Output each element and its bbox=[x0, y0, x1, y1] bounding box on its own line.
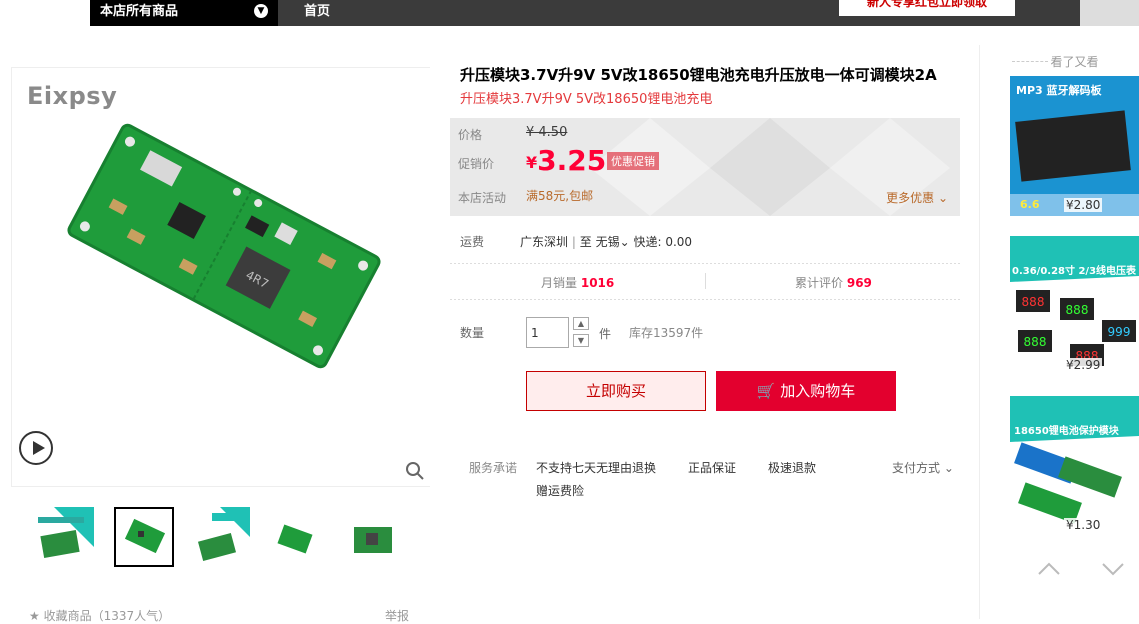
quantity-label: 数量 bbox=[460, 326, 485, 340]
favorite-product-link[interactable]: ★ 收藏商品（1337人气） bbox=[29, 607, 170, 624]
thumbnail-1[interactable] bbox=[34, 507, 94, 567]
quantity-decrease-button[interactable]: ▼ bbox=[573, 334, 589, 347]
service-item: 正品保证 bbox=[688, 461, 737, 475]
service-item: 极速退款 bbox=[768, 461, 817, 475]
original-price: ¥ 4.50 bbox=[526, 125, 568, 140]
currency-symbol: ¥ bbox=[526, 153, 538, 172]
seen-also-banner: MP3 蓝牙解码板 bbox=[1016, 84, 1102, 97]
chevron-down-icon: ⌄ bbox=[940, 461, 954, 475]
seen-also-price: ¥2.99 bbox=[1064, 358, 1103, 372]
chevron-down-icon: ⌄ bbox=[934, 191, 948, 205]
category-menu[interactable]: 本店所有商品 ▼ bbox=[90, 0, 278, 26]
chevron-up-icon[interactable] bbox=[1036, 556, 1062, 582]
main-product-image[interactable]: 4R7 bbox=[11, 67, 430, 487]
promo-price-value: 3.25 bbox=[537, 144, 607, 177]
quantity-unit: 件 bbox=[599, 327, 612, 341]
reviews-label: 累计评价 bbox=[795, 276, 844, 290]
seen-also-tag: 6.6 bbox=[1020, 198, 1040, 211]
thumbnail-4[interactable] bbox=[268, 507, 328, 567]
price-panel: 价格 ¥ 4.50 促销价 ¥3.25 优惠促销 本店活动 满58元,包邮 更多… bbox=[450, 118, 960, 216]
quantity-increase-button[interactable]: ▲ bbox=[573, 317, 589, 330]
seen-also-image bbox=[1010, 396, 1139, 536]
top-nav-left-space bbox=[0, 0, 90, 26]
thumbnail-5[interactable] bbox=[346, 507, 406, 567]
favorite-label: 收藏商品 bbox=[43, 609, 92, 623]
more-discounts-link[interactable]: 更多优惠 ⌄ bbox=[886, 189, 948, 206]
brand-logo: Eixpsy bbox=[27, 82, 118, 110]
promo-tag: 优惠促销 bbox=[607, 152, 659, 170]
chevron-down-icon: ▼ bbox=[254, 4, 268, 18]
service-label: 服务承诺 bbox=[469, 461, 518, 475]
seen-also-item[interactable]: 888 888 999 888 888 0.36/0.28寸 2/3线电压表 bbox=[1010, 236, 1139, 376]
seen-also-price: ¥1.30 bbox=[1064, 518, 1103, 532]
chevron-down-icon: ⌄ bbox=[619, 235, 630, 249]
add-to-cart-button[interactable]: 🛒 加入购物车 bbox=[716, 371, 896, 411]
reviews-value: 969 bbox=[846, 276, 872, 290]
quantity-input[interactable] bbox=[526, 317, 569, 348]
play-video-icon[interactable] bbox=[19, 431, 53, 465]
product-title: 升压模块3.7V升9V 5V改18650锂电池充电升压放电一体可调模块2A bbox=[460, 66, 937, 84]
more-discounts-label: 更多优惠 bbox=[886, 191, 935, 205]
svg-text:888: 888 bbox=[1022, 295, 1045, 309]
chevron-down-icon[interactable] bbox=[1100, 556, 1126, 582]
seen-also-price: ¥2.80 bbox=[1064, 198, 1103, 212]
buy-now-button[interactable]: 立即购买 bbox=[526, 371, 706, 411]
payment-methods-dropdown[interactable]: 支付方式 ⌄ bbox=[892, 459, 954, 476]
divider bbox=[450, 263, 960, 264]
zoom-icon[interactable] bbox=[405, 461, 425, 481]
monthly-sales: 月销量 1016 bbox=[541, 274, 614, 291]
review-count[interactable]: 累计评价 969 bbox=[795, 274, 872, 291]
divider bbox=[450, 299, 960, 300]
report-link[interactable]: 举报 bbox=[385, 607, 409, 624]
seen-also-banner: 0.36/0.28寸 2/3线电压表 bbox=[1012, 266, 1137, 277]
monthly-sales-label: 月销量 bbox=[541, 276, 578, 290]
seen-also-item[interactable]: 18650锂电池保护模块 bbox=[1010, 396, 1139, 536]
seen-also-banner: 18650锂电池保护模块 bbox=[1014, 426, 1119, 437]
favorite-count: （1337人气） bbox=[91, 609, 171, 623]
shipping-to-prefix: 至 bbox=[579, 235, 592, 249]
svg-text:888: 888 bbox=[1066, 303, 1089, 317]
promo-price: ¥3.25 bbox=[526, 144, 606, 177]
price-label: 价格 bbox=[458, 128, 483, 142]
monthly-sales-value: 1016 bbox=[580, 276, 615, 290]
shipping-from: 广东深圳 bbox=[520, 235, 569, 249]
seen-also-item[interactable]: MP3 蓝牙解码板 6.6 bbox=[1010, 76, 1139, 216]
column-divider bbox=[979, 45, 980, 619]
thumbnail-2[interactable] bbox=[114, 507, 174, 567]
cart-icon: 🛒 bbox=[756, 382, 776, 400]
service-item: 不支持七天无理由退换 bbox=[536, 461, 657, 475]
shipping-info: 广东深圳 | 至 无锡⌄ 快递: 0.00 bbox=[520, 235, 693, 249]
shipping-destination-label: 无锡 bbox=[595, 235, 620, 249]
promo-price-label: 促销价 bbox=[458, 157, 495, 171]
service-item: 赠运费险 bbox=[536, 484, 585, 498]
seen-also-title: 看了又看 bbox=[1010, 53, 1139, 70]
shipping-method: 快递: 0.00 bbox=[633, 235, 693, 249]
stock-count: 库存13597件 bbox=[629, 326, 704, 340]
shipping-destination[interactable]: 无锡⌄ bbox=[596, 235, 630, 249]
thumbnail-3[interactable] bbox=[190, 507, 250, 567]
category-menu-label: 本店所有商品 bbox=[100, 4, 179, 19]
divider bbox=[705, 273, 706, 289]
activity-label: 本店活动 bbox=[458, 191, 507, 205]
svg-text:999: 999 bbox=[1108, 325, 1131, 339]
payment-label: 支付方式 bbox=[892, 461, 941, 475]
promo-banner-button[interactable]: 新人专享红包立即领取 bbox=[839, 0, 1015, 16]
activity-text: 满58元,包邮 bbox=[526, 189, 594, 203]
seen-also-image: 888 888 999 888 888 bbox=[1010, 236, 1139, 376]
svg-text:888: 888 bbox=[1024, 335, 1047, 349]
pcb-board-image: 4R7 bbox=[67, 123, 381, 369]
product-subtitle: 升压模块3.7V升9V 5V改18650锂电池充电 bbox=[460, 92, 713, 107]
add-to-cart-label: 加入购物车 bbox=[780, 382, 856, 400]
nav-home-link[interactable]: 首页 bbox=[304, 0, 330, 24]
shipping-label: 运费 bbox=[460, 235, 485, 249]
top-nav-right-space bbox=[1080, 0, 1139, 26]
